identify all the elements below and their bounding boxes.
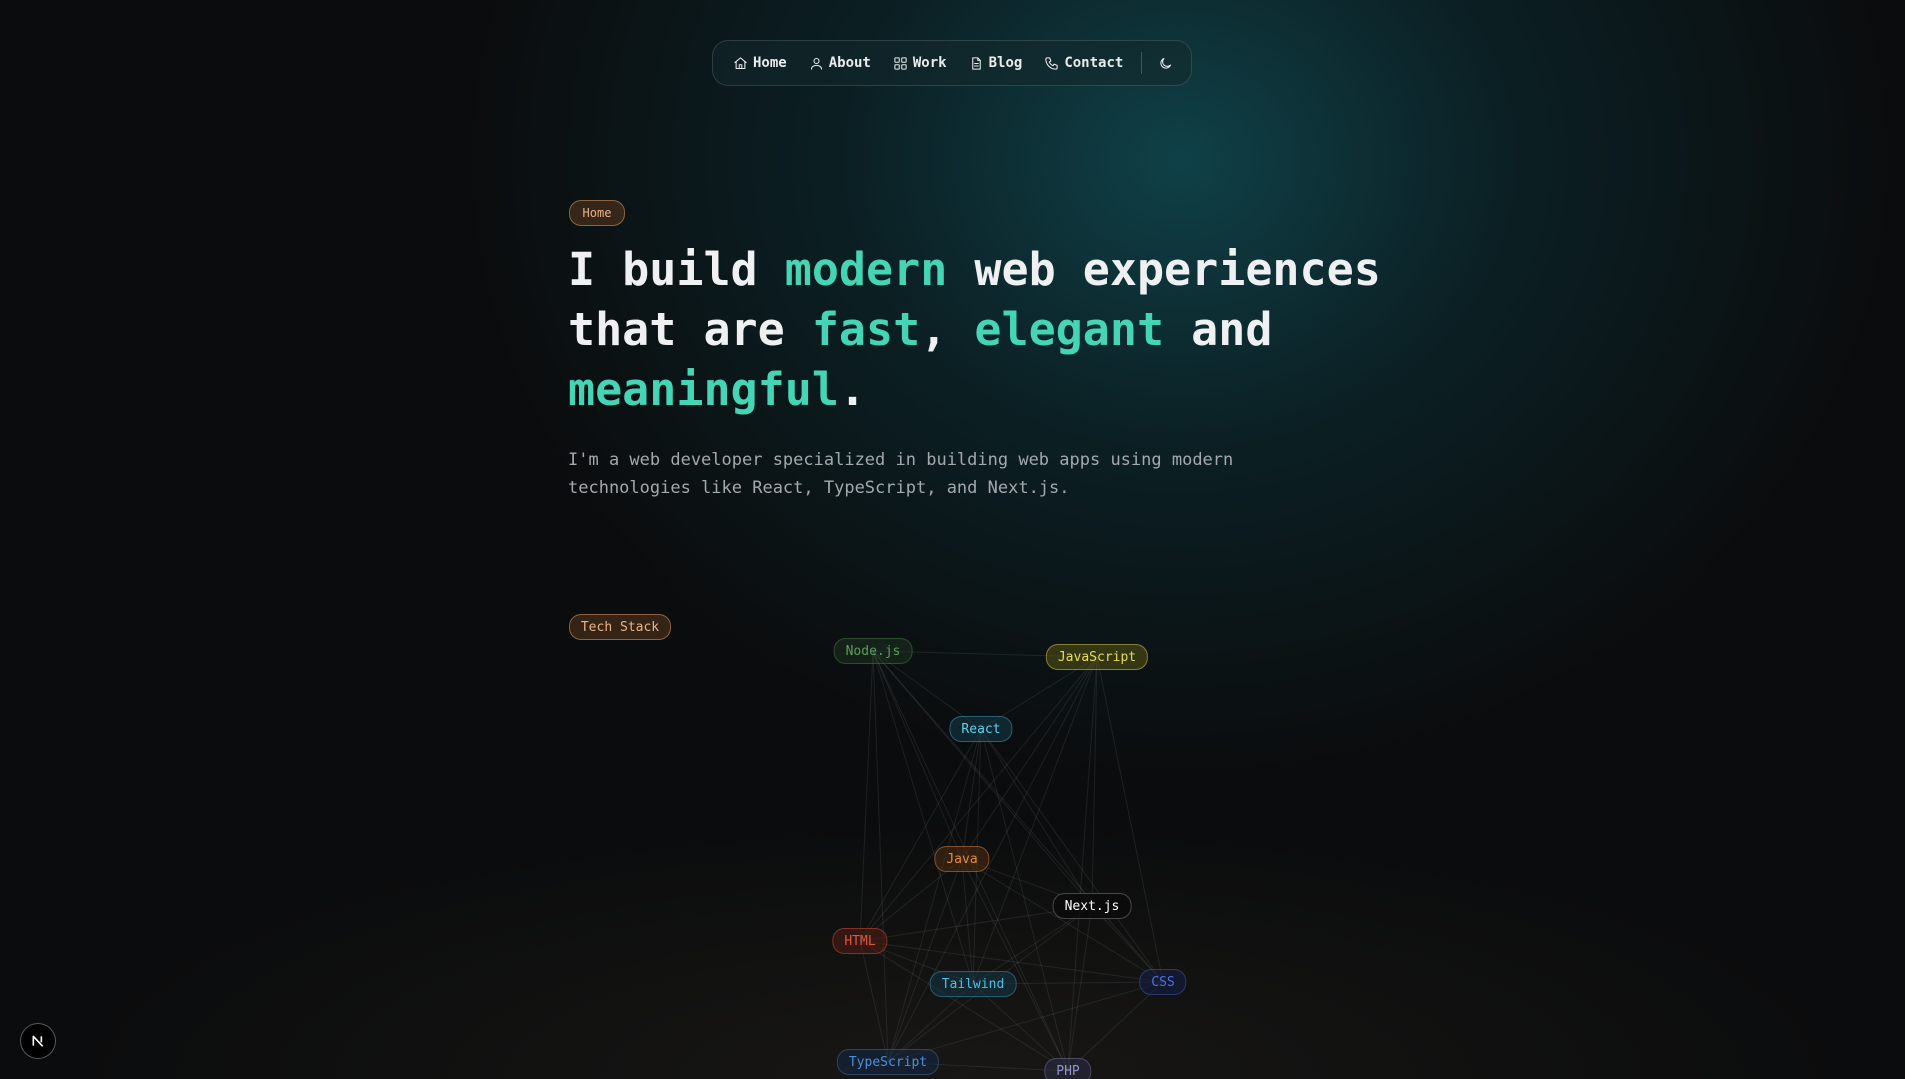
nav-divider — [1141, 52, 1143, 74]
tech-chip-node-js[interactable]: Node.js — [833, 638, 913, 664]
headline-highlight: modern — [784, 243, 948, 296]
graph-link — [872, 650, 963, 860]
graph-link — [961, 656, 1098, 860]
headline-text: and — [1164, 303, 1273, 356]
graph-link — [859, 940, 889, 1063]
headline-highlight: fast — [811, 303, 921, 356]
home-icon — [734, 56, 747, 69]
nav-item-label: Work — [912, 55, 947, 71]
nav-item-contact[interactable]: Contact — [1044, 55, 1123, 71]
graph-link — [980, 728, 1164, 983]
graph-link — [980, 728, 1093, 907]
hero-headline: I build modern web experiences that are … — [568, 240, 1388, 420]
graph-link — [859, 650, 874, 942]
graph-link — [872, 650, 889, 1063]
moon-icon — [1160, 57, 1172, 69]
tech-chip-java[interactable]: Java — [934, 846, 990, 872]
graph-link — [1067, 656, 1098, 1072]
nav-item-work[interactable]: Work — [893, 55, 947, 71]
nav-item-blog[interactable]: Blog — [969, 55, 1023, 71]
user-icon — [810, 57, 822, 70]
tech-chip-javascript[interactable]: JavaScript — [1045, 644, 1149, 670]
document-icon — [971, 56, 981, 70]
headline-text: , — [920, 303, 975, 356]
graph-link — [961, 728, 982, 860]
tech-chip-react[interactable]: React — [949, 716, 1013, 742]
headline-text: I build — [568, 243, 785, 296]
nav-item-label: Contact — [1064, 55, 1124, 71]
theme-toggle-button[interactable] — [1158, 56, 1173, 71]
tech-chip-css[interactable]: CSS — [1139, 969, 1187, 995]
nav-item-about[interactable]: About — [809, 55, 871, 71]
graph-link — [887, 728, 982, 1063]
graph-link — [972, 656, 1098, 985]
graph-link — [961, 858, 1069, 1072]
graph-link — [961, 858, 1164, 983]
headline-highlight: meaningful — [568, 363, 839, 416]
graph-link — [961, 858, 974, 985]
page: Home About Work Blog Contact Home I buil… — [0, 0, 1905, 1079]
phone-icon — [1045, 56, 1058, 70]
tech-chip-html[interactable]: HTML — [832, 928, 888, 954]
top-nav: Home About Work Blog Contact — [712, 40, 1192, 86]
graph-link — [1067, 905, 1093, 1072]
headline-text: . — [838, 363, 867, 416]
nav-item-label: Home — [753, 55, 787, 71]
grid-icon — [894, 56, 907, 70]
tech-chip-php[interactable]: PHP — [1044, 1058, 1092, 1079]
section-badge-home: Home — [569, 200, 625, 226]
tech-chip-next-js[interactable]: Next.js — [1052, 893, 1132, 919]
tech-chip-tailwind[interactable]: Tailwind — [929, 971, 1017, 997]
section-badge-tech-stack: Tech Stack — [569, 614, 671, 640]
nextjs-dev-indicator-button[interactable] — [20, 1023, 56, 1059]
nextjs-logo-icon — [32, 1035, 44, 1047]
tech-chip-typescript[interactable]: TypeScript — [836, 1049, 940, 1075]
graph-link — [1091, 656, 1098, 907]
headline-highlight: elegant — [974, 303, 1165, 356]
graph-link — [887, 858, 963, 1063]
hero-subtext: I'm a web developer specialized in build… — [568, 450, 1234, 498]
graph-link — [872, 650, 974, 985]
tech-stack-graph-links — [859, 650, 1164, 1072]
graph-link — [859, 728, 982, 942]
graph-link — [872, 650, 1164, 983]
graph-link — [1096, 656, 1164, 983]
nav-item-label: Blog — [988, 55, 1023, 71]
nav-item-label: About — [828, 55, 871, 71]
nav-item-home[interactable]: Home — [733, 55, 787, 71]
